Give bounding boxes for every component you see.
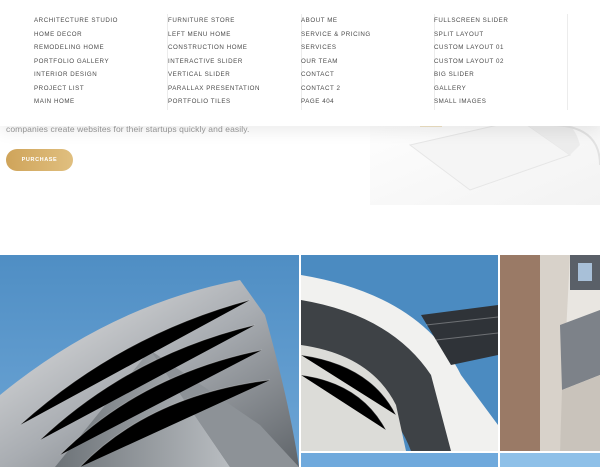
gallery-image-angular-facade[interactable] — [500, 255, 600, 451]
menu-item-main-home[interactable]: MAIN HOME — [34, 95, 167, 109]
gallery-image-sweeping-arc[interactable] — [301, 255, 498, 451]
menu-item-gallery[interactable]: GALLERY — [434, 82, 567, 96]
menu-column-4: FULLSCREEN SLIDER SPLIT LAYOUT CUSTOM LA… — [434, 14, 568, 110]
gallery-image-next-row-2[interactable] — [500, 453, 600, 467]
menu-item-remodeling-home[interactable]: REMODELING HOME — [34, 41, 167, 55]
menu-item-vertical-slider[interactable]: VERTICAL SLIDER — [168, 68, 301, 82]
menu-item-split-layout[interactable]: SPLIT LAYOUT — [434, 28, 567, 42]
menu-item-contact-2[interactable]: CONTACT 2 — [301, 82, 434, 96]
menu-item-left-menu-home[interactable]: LEFT MENU HOME — [168, 28, 301, 42]
menu-item-our-team[interactable]: OUR TEAM — [301, 55, 434, 69]
menu-column-3: ABOUT ME SERVICE & PRICING SERVICES OUR … — [301, 14, 435, 110]
menu-column-2: FURNITURE STORE LEFT MENU HOME CONSTRUCT… — [168, 14, 302, 110]
mega-menu-dropdown: ARCHITECTURE STUDIO HOME DECOR REMODELIN… — [0, 0, 600, 126]
menu-item-interior-design[interactable]: INTERIOR DESIGN — [34, 68, 167, 82]
menu-item-big-slider[interactable]: BIG SLIDER — [434, 68, 567, 82]
menu-item-custom-layout-02[interactable]: CUSTOM LAYOUT 02 — [434, 55, 567, 69]
menu-item-architecture-studio[interactable]: ARCHITECTURE STUDIO — [34, 14, 167, 28]
menu-item-about-me[interactable]: ABOUT ME — [301, 14, 434, 28]
gallery-image-curved-facade[interactable] — [0, 255, 299, 467]
menu-item-contact[interactable]: CONTACT — [301, 68, 434, 82]
menu-item-fullscreen-slider[interactable]: FULLSCREEN SLIDER — [434, 14, 567, 28]
menu-item-service-pricing[interactable]: SERVICE & PRICING — [301, 28, 434, 42]
menu-item-interactive-slider[interactable]: INTERACTIVE SLIDER — [168, 55, 301, 69]
portfolio-gallery — [0, 255, 600, 467]
gallery-image-next-row-1[interactable] — [301, 453, 498, 467]
purchase-button[interactable]: PURCHASE — [6, 149, 73, 171]
menu-item-construction-home[interactable]: CONSTRUCTION HOME — [168, 41, 301, 55]
menu-item-portfolio-gallery[interactable]: PORTFOLIO GALLERY — [34, 55, 167, 69]
menu-item-services[interactable]: SERVICES — [301, 41, 434, 55]
menu-item-custom-layout-01[interactable]: CUSTOM LAYOUT 01 — [434, 41, 567, 55]
menu-item-furniture-store[interactable]: FURNITURE STORE — [168, 14, 301, 28]
menu-item-portfolio-tiles[interactable]: PORTFOLIO TILES — [168, 95, 301, 109]
menu-item-page-404[interactable]: PAGE 404 — [301, 95, 434, 109]
menu-item-home-decor[interactable]: HOME DECOR — [34, 28, 167, 42]
menu-item-project-list[interactable]: PROJECT LIST — [34, 82, 167, 96]
menu-column-1: ARCHITECTURE STUDIO HOME DECOR REMODELIN… — [34, 14, 168, 110]
menu-item-small-images[interactable]: SMALL IMAGES — [434, 95, 567, 109]
menu-item-parallax-presentation[interactable]: PARALLAX PRESENTATION — [168, 82, 301, 96]
